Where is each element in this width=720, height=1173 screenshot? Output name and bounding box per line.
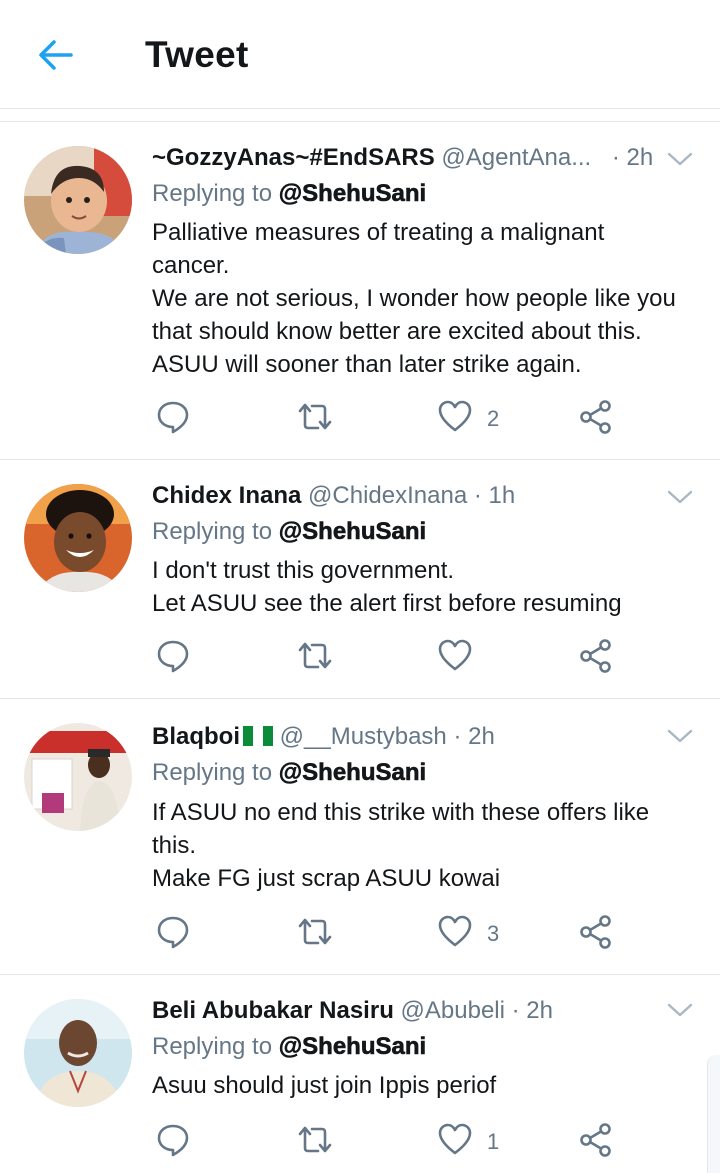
top-app-bar: Tweet [0,0,720,109]
text-line: I don't trust this government. [152,557,455,584]
reply-icon[interactable] [156,1122,190,1162]
avatar[interactable] [24,999,132,1107]
replying-label: Replying to [152,180,273,207]
avatar[interactable] [24,146,132,254]
replying-label: Replying to [152,518,273,545]
tweet-actions: 2 [0,399,720,439]
avatar[interactable] [24,723,132,831]
tweet-reply[interactable]: Beli Abubakar Nasiru @Abubeli · 2h Reply… [0,975,720,1173]
reply-icon[interactable] [156,914,190,954]
retweet-icon[interactable] [296,1122,334,1162]
tweet-header: ~GozzyAnas~#EndSARS @AgentAna... · 2h [152,144,653,172]
mention-link[interactable]: @ShehuSani [278,1033,426,1061]
display-name[interactable]: Beli Abubakar Nasiru [152,997,394,1024]
scroll-indicator[interactable] [707,1055,720,1173]
page-title: Tweet [145,34,249,75]
reply-icon[interactable] [156,638,190,678]
tweet-text: Asuu should just join Ippis periof [152,1069,697,1102]
back-arrow-icon[interactable] [36,36,76,76]
tweet-reply[interactable]: Chidex Inana @ChidexInana · 1h Replying … [0,460,720,699]
user-handle[interactable]: @AgentAna... [441,144,591,171]
retweet-icon[interactable] [296,638,334,678]
replying-to: Replying to @ShehuSani [152,180,426,208]
display-name[interactable]: Blaqboi [152,723,240,750]
text-line: Let ASUU see the alert first before resu… [152,590,622,617]
replying-to: Replying to @ShehuSani [152,1033,426,1061]
chevron-down-icon[interactable] [666,488,694,506]
text-line: ASUU will sooner than later strike again… [152,351,582,378]
retweet-icon[interactable] [296,399,334,439]
timestamp: · 2h [611,144,654,171]
replying-to: Replying to @ShehuSani [152,518,426,546]
tweet-reply[interactable]: Blaqboi @__Mustybash · 2h Replying to @S… [0,699,720,975]
tweet-reply[interactable]: ~GozzyAnas~#EndSARS @AgentAna... · 2h Re… [0,122,720,460]
like-icon[interactable] [438,638,472,678]
replying-to: Replying to @ShehuSani [152,759,426,787]
mention-link[interactable]: @ShehuSani [278,759,426,787]
mention-link[interactable]: @ShehuSani [278,518,426,546]
display-name[interactable]: ~GozzyAnas~#EndSARS [152,144,435,171]
tweet-text: If ASUU no end this strike with these of… [152,796,697,895]
text-line: If ASUU no end this strike with these of… [152,799,650,826]
share-icon[interactable] [578,399,614,439]
user-handle[interactable]: @__Mustybash [280,723,447,750]
tweet-header: Beli Abubakar Nasiru @Abubeli · 2h [152,997,553,1025]
replying-label: Replying to [152,1033,273,1060]
tweet-actions: 1 [0,1122,720,1162]
tweet-actions: 3 [0,914,720,954]
retweet-icon[interactable] [296,914,334,954]
share-icon[interactable] [578,1122,614,1162]
like-icon[interactable] [438,914,472,954]
text-line: Make FG just scrap ASUU kowai [152,865,501,892]
tweet-text: Palliative measures of treating a malign… [152,216,697,381]
tweet-header: Chidex Inana @ChidexInana · 1h [152,482,515,510]
tweet-actions [0,638,720,678]
text-line: that should know better are excited abou… [152,318,642,345]
timestamp: · 2h [453,723,495,750]
share-icon[interactable] [578,914,614,954]
avatar[interactable] [24,484,132,592]
tweet-header: Blaqboi @__Mustybash · 2h [152,723,495,751]
chevron-down-icon[interactable] [666,150,694,168]
mention-link[interactable]: @ShehuSani [278,180,426,208]
user-handle[interactable]: @Abubeli [401,997,505,1024]
like-count: 2 [487,406,500,431]
reply-icon[interactable] [156,399,190,439]
user-handle[interactable]: @ChidexInana [308,482,467,509]
like-icon[interactable] [438,1122,472,1162]
header-divider [0,109,720,122]
text-line: cancer. [152,252,230,279]
tweet-text: I don't trust this government. Let ASUU … [152,554,697,620]
like-icon[interactable] [438,399,472,439]
chevron-down-icon[interactable] [666,727,694,745]
text-line: We are not serious, I wonder how people … [152,285,676,312]
timestamp: · 1h [473,482,516,509]
text-line: Asuu should just join Ippis periof [152,1072,497,1099]
nigeria-flag-icon [243,725,273,746]
text-line: this. [152,832,197,859]
like-count: 1 [487,1129,500,1154]
chevron-down-icon[interactable] [666,1001,694,1019]
timestamp: · 2h [511,997,553,1024]
replying-label: Replying to [152,759,273,786]
share-icon[interactable] [578,638,614,678]
text-line: Palliative measures of treating a malign… [152,219,605,246]
display-name[interactable]: Chidex Inana [152,482,301,509]
like-count: 3 [487,921,500,946]
